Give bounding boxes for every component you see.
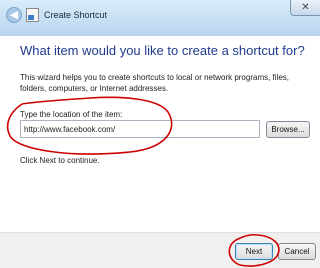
location-label: Type the location of the item: [20,110,123,119]
cancel-button[interactable]: Cancel [278,243,316,260]
close-icon[interactable]: ✕ [290,0,320,16]
page-heading: What item would you like to create a sho… [20,43,305,58]
next-button[interactable]: Next [235,243,273,260]
title-bar: ◀ Create Shortcut ✕ [0,0,320,36]
button-bar: Next Cancel [0,232,320,268]
back-arrow-icon[interactable]: ◀ [6,7,22,23]
location-input[interactable] [20,120,260,138]
continue-hint: Click Next to continue. [20,156,100,165]
wizard-description: This wizard helps you to create shortcut… [20,73,289,93]
shortcut-app-icon [26,8,39,22]
browse-button[interactable]: Browse... [266,121,310,138]
window-title: Create Shortcut [44,10,108,20]
wizard-content: What item would you like to create a sho… [0,36,320,232]
